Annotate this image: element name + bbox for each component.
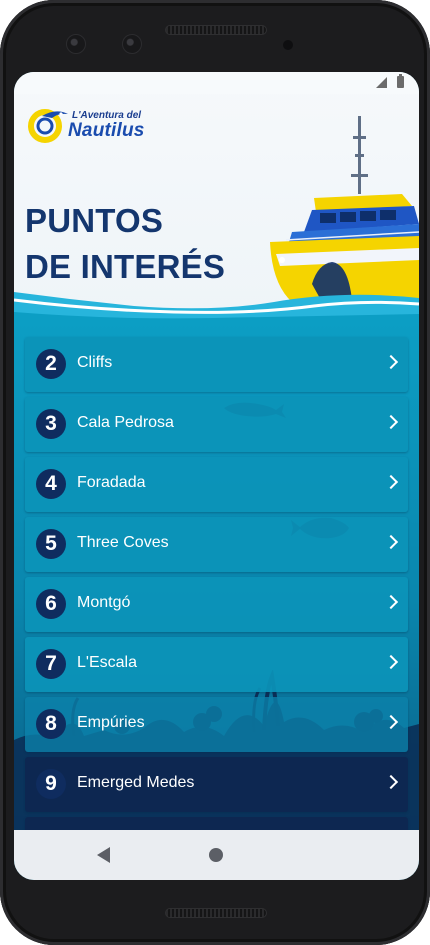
poi-number-badge: 5 (36, 529, 66, 559)
poi-item-foradada[interactable]: 4 Foradada (25, 457, 408, 512)
chevron-right-icon (383, 474, 399, 490)
poi-item-montgo[interactable]: 6 Montgó (25, 577, 408, 632)
front-camera-icon (66, 34, 86, 54)
page-title-line-1: PUNTOS (25, 202, 164, 239)
app-logo: L'Aventura del Nautilus (28, 104, 163, 146)
system-navigation-bar (14, 830, 419, 880)
poi-label: Three Coves (77, 534, 169, 551)
poi-number-badge: 7 (36, 649, 66, 679)
poi-number-badge: 2 (36, 349, 66, 379)
logo-wordmark: Nautilus (68, 120, 145, 141)
poi-label: Emerged Medes (77, 774, 195, 791)
chevron-right-icon (383, 594, 399, 610)
speaker-grille-bottom (165, 908, 267, 918)
app-screen: L'Aventura del Nautilus PUNTOS DE INTERÉ… (14, 72, 419, 880)
poi-item-empuries[interactable]: 8 Empúries (25, 697, 408, 752)
home-icon[interactable] (209, 848, 223, 862)
poi-number-badge: 6 (36, 589, 66, 619)
status-bar (14, 72, 419, 94)
points-of-interest-list: 2 Cliffs 3 Cala Pedrosa 4 Foradada 5 Thr… (14, 320, 419, 872)
chevron-right-icon (383, 714, 399, 730)
poi-item-cala-pedrosa[interactable]: 3 Cala Pedrosa (25, 397, 408, 452)
chevron-right-icon (383, 654, 399, 670)
front-camera-icon (122, 34, 142, 54)
chevron-right-icon (383, 414, 399, 430)
header: L'Aventura del Nautilus PUNTOS DE INTERÉ… (14, 72, 419, 334)
speaker-grille-top (165, 25, 267, 35)
poi-label: Cliffs (77, 354, 113, 371)
poi-number-badge: 3 (36, 409, 66, 439)
poi-item-emerged-medes[interactable]: 9 Emerged Medes (25, 757, 408, 812)
battery-icon (397, 74, 404, 88)
poi-label: Empúries (77, 714, 145, 731)
poi-number-badge: 9 (36, 769, 66, 799)
back-icon[interactable] (97, 847, 110, 863)
poi-label: Cala Pedrosa (77, 414, 174, 431)
poi-item-lescala[interactable]: 7 L'Escala (25, 637, 408, 692)
poi-item-three-coves[interactable]: 5 Three Coves (25, 517, 408, 572)
chevron-right-icon (383, 774, 399, 790)
signal-icon (376, 77, 387, 88)
poi-number-badge: 4 (36, 469, 66, 499)
poi-label: Foradada (77, 474, 146, 491)
poi-label: L'Escala (77, 654, 137, 671)
phone-frame: L'Aventura del Nautilus PUNTOS DE INTERÉ… (0, 0, 430, 945)
chevron-right-icon (383, 534, 399, 550)
chevron-right-icon (383, 354, 399, 370)
poi-item-cliffs[interactable]: 2 Cliffs (25, 337, 408, 392)
poi-number-badge: 8 (36, 709, 66, 739)
proximity-sensor (283, 40, 293, 50)
poi-label: Montgó (77, 594, 131, 611)
nautilus-logo-icon (28, 109, 68, 143)
